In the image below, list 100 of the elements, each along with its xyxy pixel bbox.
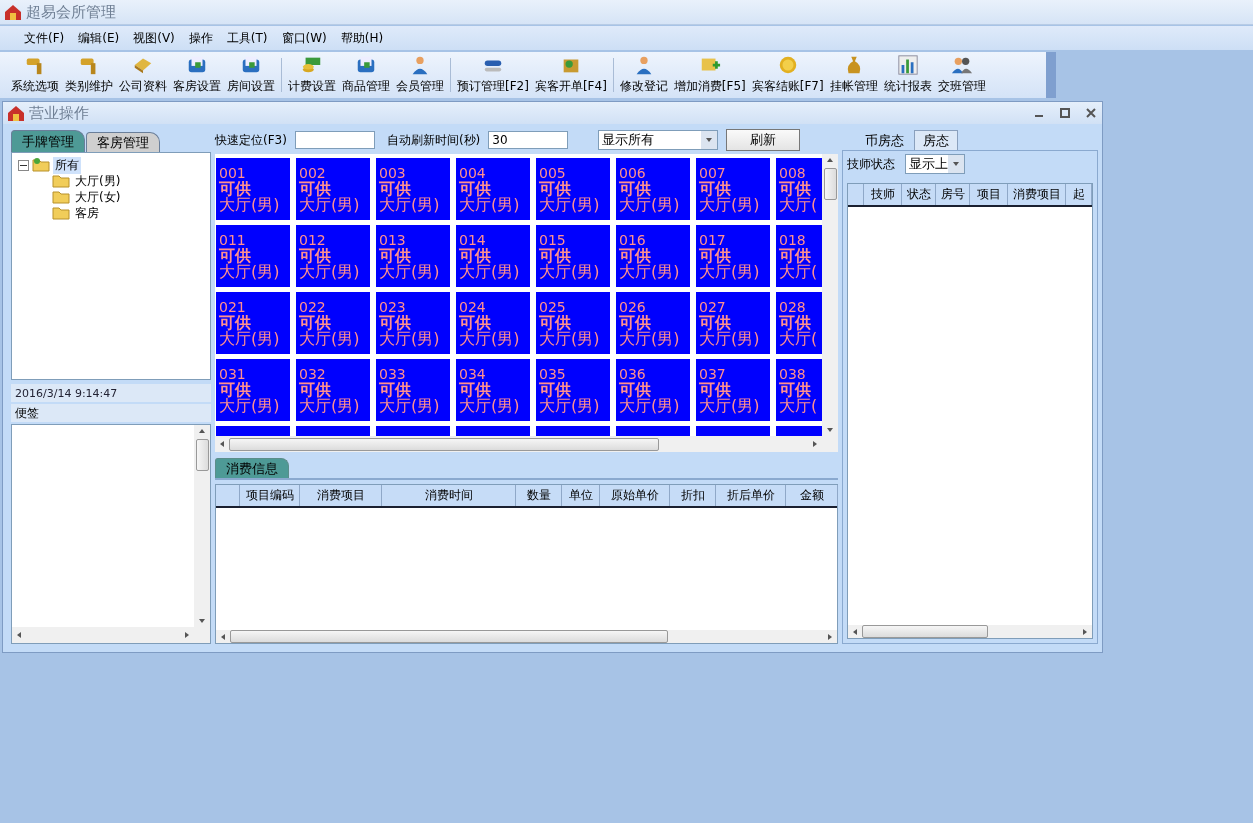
collapse-icon[interactable] [18, 159, 29, 171]
menu-item[interactable]: 操作 [182, 27, 219, 49]
scroll-down-icon[interactable] [198, 617, 206, 625]
toolbar-button[interactable]: 预订管理[F2] [454, 52, 532, 98]
room-tile[interactable]: 036 可供 大厅(男) [616, 359, 690, 421]
tree-item[interactable]: 所有 [53, 156, 81, 174]
room-tile[interactable] [376, 426, 450, 436]
room-tile[interactable]: 023 可供 大厅(男) [376, 292, 450, 354]
horizontal-scrollbar[interactable] [216, 630, 837, 643]
room-tile[interactable]: 008 可供 大厅( [776, 158, 822, 220]
vertical-scrollbar[interactable] [822, 154, 838, 436]
column-header[interactable]: 单位 [562, 485, 600, 506]
scroll-thumb[interactable] [823, 168, 837, 200]
room-tile[interactable]: 012 可供 大厅(男) [296, 225, 370, 287]
room-tile[interactable]: 005 可供 大厅(男) [536, 158, 610, 220]
scroll-left-icon[interactable] [218, 440, 226, 448]
room-tile[interactable]: 026 可供 大厅(男) [616, 292, 690, 354]
column-header[interactable]: 消费项目 [300, 485, 382, 506]
column-header[interactable]: 折扣 [670, 485, 716, 506]
column-header[interactable]: 数量 [516, 485, 562, 506]
tab[interactable]: 客房管理 [86, 132, 160, 152]
room-tile[interactable]: 024 可供 大厅(男) [456, 292, 530, 354]
notes-field[interactable] [11, 424, 211, 644]
room-tile[interactable] [296, 426, 370, 436]
room-tile[interactable]: 034 可供 大厅(男) [456, 359, 530, 421]
tree-item[interactable]: 客房 [73, 204, 101, 222]
room-tile[interactable]: 037 可供 大厅(男) [696, 359, 770, 421]
tab[interactable]: 手牌管理 [11, 130, 85, 152]
locate-field[interactable] [294, 131, 375, 149]
toolbar-button[interactable]: 会员管理 [393, 52, 447, 98]
room-tile[interactable]: 028 可供 大厅( [776, 292, 822, 354]
scroll-thumb[interactable] [230, 630, 668, 643]
column-header[interactable]: 消费项目 [1008, 184, 1066, 205]
column-header[interactable]: 消费时间 [382, 485, 516, 506]
scroll-left-icon[interactable] [219, 632, 227, 641]
scroll-up-icon[interactable] [198, 427, 206, 435]
scroll-right-icon[interactable] [826, 632, 834, 641]
toolbar-button[interactable]: 计费设置 [285, 52, 339, 98]
menu-item[interactable]: 窗口(W) [275, 27, 333, 49]
room-tile[interactable]: 018 可供 大厅( [776, 225, 822, 287]
room-tile[interactable]: 004 可供 大厅(男) [456, 158, 530, 220]
room-tile[interactable] [616, 426, 690, 436]
room-tile[interactable]: 002 可供 大厅(男) [296, 158, 370, 220]
scroll-thumb[interactable] [229, 437, 659, 451]
scroll-thumb[interactable] [862, 625, 988, 638]
column-header[interactable]: 状态 [902, 184, 936, 205]
horizontal-scrollbar[interactable] [215, 436, 822, 452]
toolbar-button[interactable]: 系统选项 [8, 52, 62, 98]
room-tile[interactable]: 033 可供 大厅(男) [376, 359, 450, 421]
tree-item[interactable]: 大厅(男) [73, 172, 123, 190]
dropdown-arrow-icon[interactable] [952, 160, 960, 168]
menu-item[interactable]: 视图(V) [127, 27, 181, 49]
toolbar-button[interactable]: 修改登记 [616, 52, 671, 98]
room-tile[interactable]: 031 可供 大厅(男) [216, 359, 290, 421]
column-header[interactable]: 原始单价 [600, 485, 670, 506]
toolbar-button[interactable]: 类别维护 [62, 52, 116, 98]
horizontal-scrollbar[interactable] [848, 625, 1092, 638]
toolbar-button[interactable]: 宾客开单[F4] [531, 52, 610, 98]
room-tile[interactable]: 016 可供 大厅(男) [616, 225, 690, 287]
room-tile[interactable]: 022 可供 大厅(男) [296, 292, 370, 354]
room-tile[interactable]: 011 可供 大厅(男) [216, 225, 290, 287]
room-tile[interactable]: 013 可供 大厅(男) [376, 225, 450, 287]
menu-item[interactable]: 帮助(H) [334, 27, 390, 49]
column-header[interactable]: 折后单价 [716, 485, 786, 506]
refresh-interval-field[interactable]: 30 [488, 131, 569, 149]
menu-item[interactable]: 工具(T) [220, 27, 274, 49]
room-tile[interactable] [696, 426, 770, 436]
room-tile[interactable]: 007 可供 大厅(男) [696, 158, 770, 220]
column-header[interactable]: 技师 [864, 184, 902, 205]
toolbar-button[interactable]: 客房设置 [170, 52, 224, 98]
toolbar-button[interactable]: 宾客结账[F7] [748, 52, 827, 98]
room-tile[interactable]: 006 可供 大厅(男) [616, 158, 690, 220]
room-tile[interactable]: 001 可供 大厅(男) [216, 158, 290, 220]
column-header[interactable]: 起 [1066, 184, 1092, 205]
toolbar-button[interactable]: 统计报表 [880, 52, 935, 98]
room-tile[interactable] [456, 426, 530, 436]
column-header[interactable]: 项目编码 [240, 485, 300, 506]
room-tile[interactable]: 017 可供 大厅(男) [696, 225, 770, 287]
room-tile[interactable]: 003 可供 大厅(男) [376, 158, 450, 220]
dropdown-arrow-icon[interactable] [705, 136, 714, 144]
toolbar-button[interactable]: 公司资料 [116, 52, 170, 98]
scroll-left-icon[interactable] [15, 631, 23, 639]
room-tile[interactable]: 025 可供 大厅(男) [536, 292, 610, 354]
menu-item[interactable]: 编辑(E) [72, 27, 126, 49]
toolbar-button[interactable]: 挂帐管理 [826, 52, 881, 98]
column-header[interactable]: 金额 [786, 485, 838, 506]
room-tile[interactable]: 021 可供 大厅(男) [216, 292, 290, 354]
room-tile[interactable]: 015 可供 大厅(男) [536, 225, 610, 287]
toolbar-button[interactable]: 商品管理 [339, 52, 393, 98]
toolbar-button[interactable]: 增加消费[F5] [670, 52, 749, 98]
room-tile[interactable]: 014 可供 大厅(男) [456, 225, 530, 287]
tab[interactable]: 消费信息 [215, 458, 289, 478]
room-tile[interactable]: 027 可供 大厅(男) [696, 292, 770, 354]
room-tile[interactable] [536, 426, 610, 436]
room-tile[interactable]: 032 可供 大厅(男) [296, 359, 370, 421]
toolbar-button[interactable]: 房间设置 [224, 52, 278, 98]
scroll-right-icon[interactable] [183, 631, 191, 639]
scroll-right-icon[interactable] [1081, 627, 1089, 636]
toolbar-button[interactable]: 交班管理 [934, 52, 989, 98]
scroll-right-icon[interactable] [811, 440, 819, 448]
